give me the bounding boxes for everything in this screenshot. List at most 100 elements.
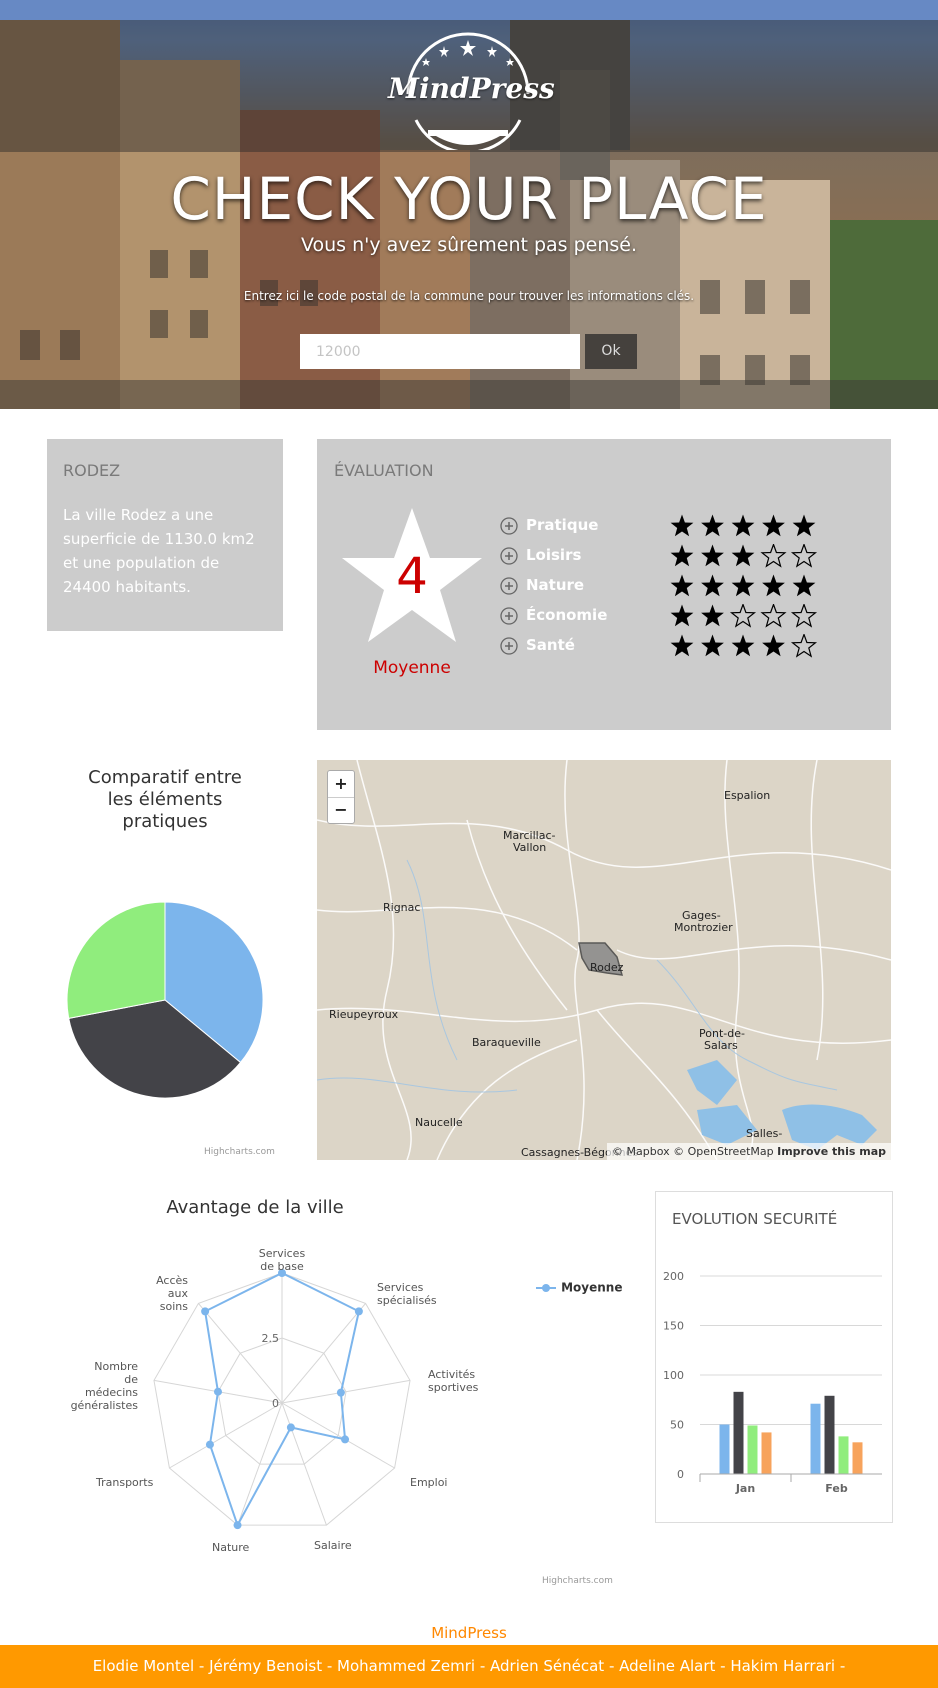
radar-point[interactable] <box>233 1521 242 1530</box>
radar-axis-line <box>281 1379 411 1404</box>
criterion-label: Économie <box>526 606 608 624</box>
map-attribution: © Mapbox © OpenStreetMap Improve this ma… <box>607 1143 891 1160</box>
bar[interactable] <box>838 1436 849 1474</box>
radar-chart-title: Avantage de la ville <box>166 1197 344 1218</box>
map-place-espalion: Espalion <box>724 789 771 802</box>
city-description: La ville Rodez a une superficie de 1130.… <box>63 506 255 596</box>
criterion-row: Nature <box>500 574 870 598</box>
radar-point[interactable] <box>205 1440 214 1449</box>
star-filled-icon <box>792 514 816 537</box>
bar[interactable] <box>852 1442 863 1474</box>
radar-axis-label: Nombre de médecins généralistes <box>70 1360 138 1412</box>
criterion-row: Loisirs <box>500 544 870 568</box>
star-filled-icon <box>731 544 755 567</box>
pie-chart-title: Comparatif entre les éléments pratiques <box>70 767 260 833</box>
star-empty-icon <box>760 604 787 628</box>
map-place-rignac: Rignac <box>383 901 421 914</box>
radar-axis-label: Accès aux soins <box>156 1274 188 1313</box>
hero-banner: MindPress CHECK YOUR PLACE Vous n'y avez… <box>0 0 938 409</box>
criterion-row: Santé <box>500 634 870 658</box>
bar[interactable] <box>810 1403 821 1474</box>
bar[interactable] <box>761 1432 772 1474</box>
footer-brand: MindPress <box>431 1624 507 1642</box>
criterion-label: Pratique <box>526 516 599 534</box>
star-filled-icon <box>701 574 724 597</box>
criterion-rating <box>670 604 818 628</box>
star-filled-icon <box>701 634 724 657</box>
legend-marker-icon <box>536 1283 556 1292</box>
criterion-row: Pratique <box>500 514 870 538</box>
radar-point[interactable] <box>213 1387 222 1396</box>
legend-label: Moyenne <box>561 1280 623 1295</box>
radar-legend-item[interactable]: Moyenne <box>536 1277 622 1295</box>
bar-x-tick-label: Feb <box>825 1482 848 1495</box>
radar-point[interactable] <box>341 1435 350 1444</box>
expand-plus-icon[interactable] <box>500 607 518 625</box>
criterion-rating <box>670 514 816 537</box>
star-filled-icon <box>792 574 816 597</box>
radar-axis-label: Emploi <box>410 1476 448 1489</box>
postal-code-input[interactable] <box>300 334 580 369</box>
map-place-baraqueville: Baraqueville <box>472 1036 541 1049</box>
radar-point[interactable] <box>336 1388 345 1397</box>
star-filled-icon <box>762 574 785 597</box>
improve-map-link[interactable]: Improve this map <box>777 1145 886 1158</box>
star-filled-icon <box>670 634 694 657</box>
bar-y-tick-label: 50 <box>670 1419 684 1432</box>
radar-axis-label: Activités sportives <box>428 1368 479 1394</box>
radar-point[interactable] <box>354 1307 363 1316</box>
map-roads-layer <box>317 760 891 1160</box>
radar-axis-label: Services spécialisés <box>377 1281 437 1307</box>
expand-plus-icon[interactable] <box>500 577 518 595</box>
zoom-out-button[interactable]: − <box>328 797 354 823</box>
radar-axis-label: Salaire <box>314 1539 352 1552</box>
star-filled-icon <box>670 604 694 627</box>
pie-credits-link[interactable]: Highcharts.com <box>204 1147 275 1157</box>
map-place-montrozier: Montrozier <box>674 921 733 934</box>
radar-axis-label: Services de base <box>258 1247 306 1273</box>
bar[interactable] <box>733 1391 744 1474</box>
zoom-control: + − <box>327 770 355 824</box>
bar[interactable] <box>719 1424 730 1475</box>
criterion-label: Loisirs <box>526 546 582 564</box>
map-place-salars: Salars <box>704 1039 738 1052</box>
bar[interactable] <box>747 1425 758 1474</box>
map-place-salles: Salles- <box>746 1127 783 1140</box>
radar-credits-link[interactable]: Highcharts.com <box>542 1576 613 1586</box>
city-card: RODEZ La ville Rodez a une superficie de… <box>47 439 283 631</box>
star-filled-icon <box>670 514 694 537</box>
radar-point[interactable] <box>286 1423 295 1432</box>
radar-tick-label: 0 <box>272 1397 279 1410</box>
security-chart-card: EVOLUTION SECURITÉ 0 50 100 150 200 Jan Feb <box>655 1191 893 1523</box>
bar-y-tick-label: 100 <box>663 1369 684 1382</box>
footer-authors: Elodie Montel - Jérémy Benoist - Mohamme… <box>92 1657 846 1675</box>
expand-plus-icon[interactable] <box>500 547 518 565</box>
zoom-in-button[interactable]: + <box>328 771 354 798</box>
radar-point[interactable] <box>201 1307 210 1316</box>
ok-button[interactable]: Ok <box>585 334 637 369</box>
expand-plus-icon[interactable] <box>500 637 518 655</box>
star-filled-icon <box>762 634 785 657</box>
bar[interactable] <box>824 1395 835 1474</box>
star-filled-icon <box>701 544 724 567</box>
radar-axis-line <box>169 1402 283 1469</box>
expand-plus-icon[interactable] <box>500 517 518 535</box>
star-filled-icon <box>701 514 724 537</box>
evaluation-title: ÉVALUATION <box>334 461 434 480</box>
city-map[interactable]: Espalion Marcillac- Vallon Rignac Gages-… <box>317 760 891 1160</box>
pie-slice[interactable] <box>66 901 166 1019</box>
bar-x-tick-label: Jan <box>735 1482 755 1495</box>
security-chart-title: EVOLUTION SECURITÉ <box>672 1210 838 1228</box>
star-filled-icon <box>731 634 755 657</box>
criterion-rating <box>670 634 818 658</box>
map-place-naucelle: Naucelle <box>415 1116 463 1129</box>
map-place-rieupeyroux: Rieupeyroux <box>329 1008 399 1021</box>
star-filled-icon <box>701 604 724 627</box>
pie-title-line: les éléments <box>107 789 223 810</box>
criterion-rating <box>670 544 818 568</box>
map-place-rodez: Rodez <box>590 961 624 974</box>
pie-title-line: pratiques <box>122 811 208 832</box>
radar-axis-label: Transports <box>96 1476 154 1489</box>
security-bar-chart: 0 50 100 150 200 Jan Feb <box>663 1270 882 1495</box>
logo-text: MindPress <box>388 72 555 105</box>
